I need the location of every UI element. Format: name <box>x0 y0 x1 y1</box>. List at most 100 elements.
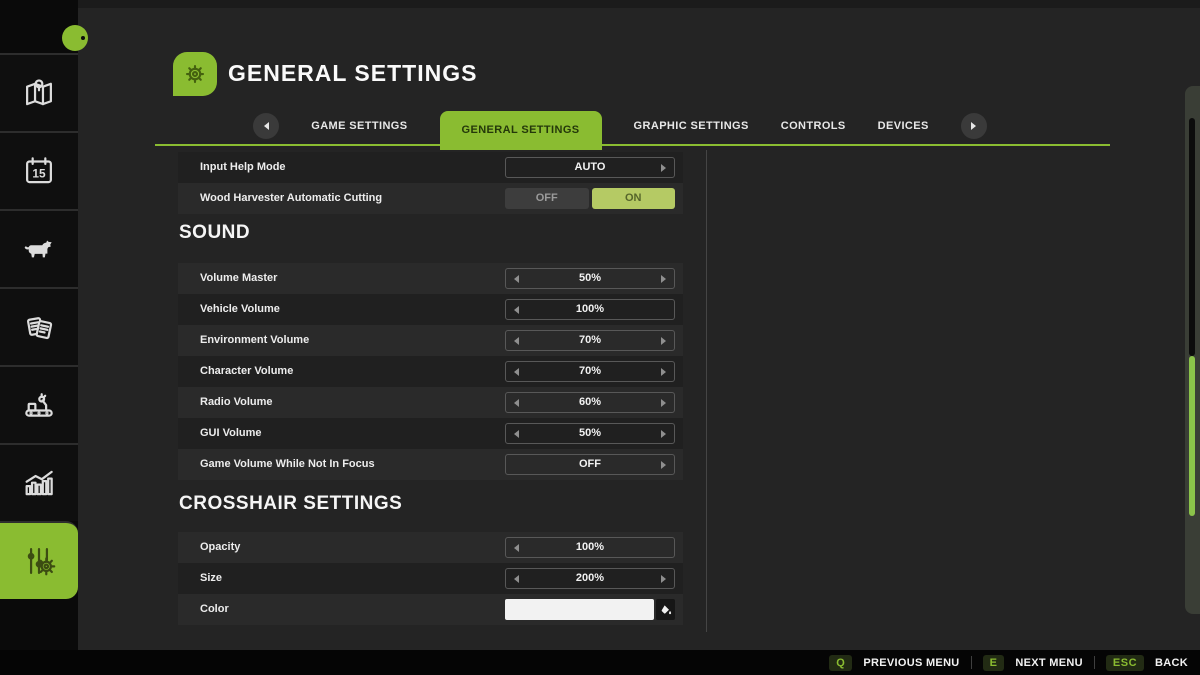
option-selector[interactable]: 70% <box>505 361 675 382</box>
row-volume-master[interactable]: Volume Master 50% <box>178 263 683 294</box>
key-esc-badge: ESC <box>1106 655 1144 671</box>
decrease-arrow[interactable] <box>514 368 519 376</box>
setting-label: Game Volume While Not In Focus <box>200 449 375 480</box>
option-value: OFF <box>506 455 674 474</box>
option-value: 200% <box>506 569 674 588</box>
row-crosshair-opacity[interactable]: Opacity 100% <box>178 532 683 563</box>
increase-arrow[interactable] <box>661 164 666 172</box>
increase-arrow[interactable] <box>661 275 666 283</box>
option-value: 60% <box>506 393 674 412</box>
sidebar-item-map[interactable] <box>0 53 78 131</box>
row-vehicle-volume[interactable]: Vehicle Volume 100% <box>178 294 683 325</box>
calendar-day: 15 <box>32 166 46 180</box>
footer-divider <box>1094 656 1095 669</box>
increase-arrow[interactable] <box>661 461 666 469</box>
option-selector[interactable]: 70% <box>505 330 675 351</box>
content-scroll-divider <box>706 150 707 632</box>
decrease-arrow[interactable] <box>514 430 519 438</box>
settings-list: Input Help Mode AUTO Wood Harvester Auto… <box>178 152 683 632</box>
row-crosshair-color[interactable]: Color <box>178 594 683 625</box>
color-picker-control[interactable] <box>505 599 675 620</box>
active-tab-dot <box>81 36 85 40</box>
row-crosshair-size[interactable]: Size 200% <box>178 563 683 594</box>
setting-label: Input Help Mode <box>200 152 286 183</box>
footer-divider <box>971 656 972 669</box>
footer-keybar: Q PREVIOUS MENU E NEXT MENU ESC BACK <box>0 650 1200 675</box>
section-title-crosshair: CROSSHAIR SETTINGS <box>179 493 402 515</box>
next-menu-hint[interactable]: NEXT MENU <box>1015 657 1082 669</box>
setting-label: Radio Volume <box>200 387 273 418</box>
statistics-icon <box>20 464 58 502</box>
scrollbar-thumb[interactable] <box>1189 356 1195 516</box>
back-hint[interactable]: BACK <box>1155 657 1188 669</box>
row-game-volume-not-in-focus[interactable]: Game Volume While Not In Focus OFF <box>178 449 683 480</box>
tab-devices[interactable]: DEVICES <box>878 120 929 132</box>
increase-arrow[interactable] <box>661 368 666 376</box>
setting-label: Environment Volume <box>200 325 309 356</box>
sidebar-item-statistics[interactable] <box>0 443 78 521</box>
option-selector[interactable]: OFF <box>505 454 675 475</box>
key-e-badge: E <box>983 655 1005 671</box>
decrease-arrow[interactable] <box>514 337 519 345</box>
color-fill-button[interactable] <box>656 599 675 620</box>
production-icon <box>20 386 58 424</box>
sidebar-item-production[interactable] <box>0 365 78 443</box>
option-selector[interactable]: 50% <box>505 423 675 444</box>
row-radio-volume[interactable]: Radio Volume 60% <box>178 387 683 418</box>
option-selector[interactable]: AUTO <box>505 157 675 178</box>
row-wood-harvester-cutting[interactable]: Wood Harvester Automatic Cutting OFF ON <box>178 183 683 214</box>
option-selector[interactable]: 100% <box>505 537 675 558</box>
increase-arrow[interactable] <box>661 430 666 438</box>
tabs-next-button[interactable] <box>961 113 987 139</box>
row-character-volume[interactable]: Character Volume 70% <box>178 356 683 387</box>
sidebar-item-calendar[interactable]: 15 <box>0 131 78 209</box>
option-value: 100% <box>506 300 674 319</box>
row-gui-volume[interactable]: GUI Volume 50% <box>178 418 683 449</box>
decrease-arrow[interactable] <box>514 399 519 407</box>
option-selector[interactable]: 100% <box>505 299 675 320</box>
general-settings-screen: 15 <box>0 0 1200 675</box>
decrease-arrow[interactable] <box>514 275 519 283</box>
option-selector[interactable]: 200% <box>505 568 675 589</box>
documents-icon <box>20 308 58 346</box>
sidebar-item-animals[interactable] <box>0 209 78 287</box>
increase-arrow[interactable] <box>661 575 666 583</box>
tabs-prev-button[interactable] <box>253 113 279 139</box>
top-strip <box>0 0 1200 8</box>
option-selector[interactable]: 50% <box>505 268 675 289</box>
sidebar-item-general-settings[interactable] <box>0 521 78 599</box>
page-scrollbar[interactable] <box>1185 86 1200 614</box>
tab-game-settings[interactable]: GAME SETTINGS <box>311 120 407 132</box>
option-value: 70% <box>506 362 674 381</box>
setting-label: GUI Volume <box>200 418 262 449</box>
setting-label: Volume Master <box>200 263 277 294</box>
option-value: 70% <box>506 331 674 350</box>
map-icon <box>20 74 58 112</box>
toggle-off-button[interactable]: OFF <box>505 188 589 209</box>
increase-arrow[interactable] <box>661 337 666 345</box>
tab-graphic-settings[interactable]: GRAPHIC SETTINGS <box>634 120 749 132</box>
key-q-badge: Q <box>829 655 852 671</box>
tab-bar: GAME SETTINGS GENERAL SETTINGS GRAPHIC S… <box>250 106 990 146</box>
option-selector[interactable]: 60% <box>505 392 675 413</box>
row-input-help-mode[interactable]: Input Help Mode AUTO <box>178 152 683 183</box>
sidebar: 15 <box>0 0 78 650</box>
setting-label: Character Volume <box>200 356 293 387</box>
gear-icon <box>180 59 210 89</box>
tab-controls[interactable]: CONTROLS <box>781 120 846 132</box>
option-value: 100% <box>506 538 674 557</box>
decrease-arrow[interactable] <box>514 575 519 583</box>
decrease-arrow[interactable] <box>514 306 519 314</box>
setting-label: Size <box>200 563 222 594</box>
previous-menu-hint[interactable]: PREVIOUS MENU <box>863 657 959 669</box>
sidebar-item-contracts[interactable] <box>0 287 78 365</box>
setting-label: Opacity <box>200 532 240 563</box>
toggle-on-button[interactable]: ON <box>592 188 676 209</box>
row-environment-volume[interactable]: Environment Volume 70% <box>178 325 683 356</box>
color-swatch[interactable] <box>505 599 654 620</box>
increase-arrow[interactable] <box>661 399 666 407</box>
setting-label: Vehicle Volume <box>200 294 280 325</box>
decrease-arrow[interactable] <box>514 544 519 552</box>
tab-underline <box>155 144 1110 146</box>
page-title: GENERAL SETTINGS <box>228 60 477 87</box>
